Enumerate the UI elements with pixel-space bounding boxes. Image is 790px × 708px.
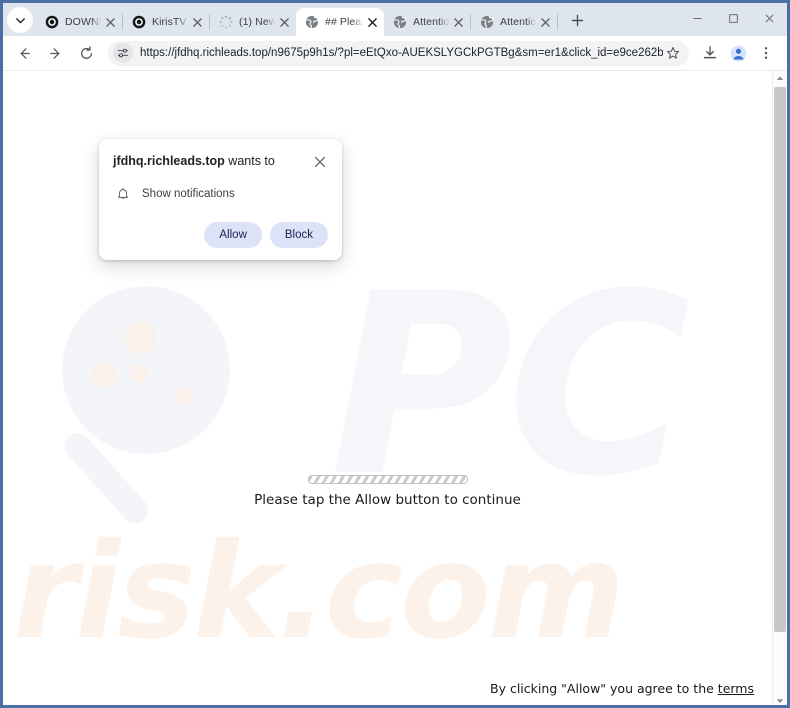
tab-close-button[interactable] — [364, 14, 380, 30]
reload-button[interactable] — [73, 40, 100, 67]
address-bar[interactable]: https://jfdhq.richleads.top/n9675p9h1s/?… — [108, 40, 689, 66]
download-icon — [703, 46, 717, 59]
back-button[interactable] — [11, 40, 38, 67]
loader-block: Please tap the Allow button to continue — [3, 475, 772, 508]
bookmark-button[interactable] — [663, 43, 683, 63]
downloads-button[interactable] — [697, 40, 723, 66]
close-window-button[interactable] — [751, 3, 787, 33]
tab-title: DOWNLOA — [65, 16, 102, 28]
scroll-up-button[interactable] — [773, 71, 787, 85]
three-dot-menu-icon — [764, 47, 768, 59]
dark-circle-icon — [132, 15, 146, 29]
permission-request-label: Show notifications — [142, 188, 235, 200]
forward-button[interactable] — [42, 40, 69, 67]
minimize-icon — [692, 17, 702, 19]
tab-please-active[interactable]: ## Please — [296, 8, 384, 36]
tab-kiristv[interactable]: KirisTV Do — [123, 8, 209, 36]
tab-title: (1) New M — [239, 16, 276, 28]
tab-attention-2[interactable]: Attention — [471, 8, 557, 36]
close-icon — [764, 13, 774, 23]
dialog-close-button[interactable] — [312, 154, 328, 170]
tab-new-message[interactable]: (1) New M — [210, 8, 296, 36]
close-icon — [540, 17, 550, 27]
tab-title: Attention — [413, 16, 450, 28]
tab-close-button[interactable] — [189, 14, 205, 30]
close-icon — [279, 17, 289, 27]
browser-menu-button[interactable] — [753, 40, 779, 66]
watermark-pc-text: PC — [330, 240, 691, 531]
close-icon — [105, 17, 115, 27]
tab-close-button[interactable] — [102, 14, 118, 30]
close-icon — [314, 156, 326, 168]
globe-icon — [305, 15, 319, 29]
bell-icon — [115, 186, 131, 202]
notification-permission-dialog: jfdhq.richleads.top wants to Show notifi… — [99, 139, 342, 260]
reload-icon — [81, 45, 93, 59]
scroll-up-arrow-icon — [776, 76, 784, 80]
tab-title: Attention — [500, 16, 537, 28]
dark-circle-icon — [45, 15, 59, 29]
tab-close-button[interactable] — [276, 14, 292, 30]
browser-toolbar: https://jfdhq.richleads.top/n9675p9h1s/?… — [3, 36, 787, 71]
back-arrow-icon — [20, 47, 30, 59]
tab-search-button[interactable] — [7, 7, 33, 33]
dialog-origin: jfdhq.richleads.top — [113, 154, 225, 168]
browser-window: DOWNLOA KirisTV Do — [0, 0, 790, 708]
tab-title: KirisTV Do — [152, 16, 189, 28]
maximize-icon — [728, 13, 738, 23]
tune-icon — [117, 48, 129, 58]
loading-spinner-icon — [219, 15, 233, 29]
star-icon — [666, 46, 680, 59]
tab-download[interactable]: DOWNLOA — [36, 8, 122, 36]
profile-avatar-icon — [730, 45, 746, 61]
dialog-actions: Allow Block — [113, 222, 328, 248]
scroll-down-button[interactable] — [773, 694, 787, 705]
block-button[interactable]: Block — [269, 222, 328, 248]
permission-request-row: Show notifications — [113, 186, 328, 202]
forward-arrow-icon — [50, 47, 60, 59]
tab-close-button[interactable] — [450, 14, 466, 30]
chevron-down-icon — [15, 17, 25, 23]
globe-icon — [480, 15, 494, 29]
profile-button[interactable] — [725, 40, 751, 66]
window-controls — [679, 3, 787, 33]
close-icon — [453, 17, 463, 27]
terms-footer-text: By clicking "Allow" you agree to the — [490, 681, 718, 696]
loader-message: Please tap the Allow button to continue — [254, 492, 521, 508]
page-viewport: PC risk.com Please tap the Allow button … — [3, 71, 787, 705]
tab-attention-1[interactable]: Attention — [384, 8, 470, 36]
new-tab-button[interactable] — [564, 7, 590, 33]
dialog-title: jfdhq.richleads.top wants to — [113, 153, 283, 169]
allow-button[interactable]: Allow — [204, 222, 262, 248]
watermark-risk-text: risk.com — [13, 515, 625, 669]
globe-icon — [393, 15, 407, 29]
terms-link[interactable]: terms — [718, 681, 754, 696]
scroll-down-arrow-icon — [776, 699, 784, 703]
vertical-scrollbar[interactable] — [772, 71, 787, 705]
bell-icon — [118, 187, 128, 199]
maximize-button[interactable] — [715, 3, 751, 33]
minimize-button[interactable] — [679, 3, 715, 33]
site-settings-button[interactable] — [113, 43, 133, 63]
tab-close-button[interactable] — [537, 14, 553, 30]
progress-bar — [307, 475, 468, 484]
tab-divider — [557, 14, 558, 30]
tab-title: ## Please — [325, 16, 364, 28]
terms-footer: By clicking "Allow" you agree to the ter… — [490, 681, 754, 696]
dialog-title-suffix: wants to — [224, 154, 275, 168]
scrollbar-thumb[interactable] — [774, 87, 786, 632]
close-icon — [192, 17, 202, 27]
close-icon — [367, 17, 377, 27]
tab-strip: DOWNLOA KirisTV Do — [3, 3, 787, 36]
dialog-header: jfdhq.richleads.top wants to — [113, 153, 328, 170]
url-text: https://jfdhq.richleads.top/n9675p9h1s/?… — [140, 47, 663, 59]
plus-icon — [571, 14, 583, 26]
